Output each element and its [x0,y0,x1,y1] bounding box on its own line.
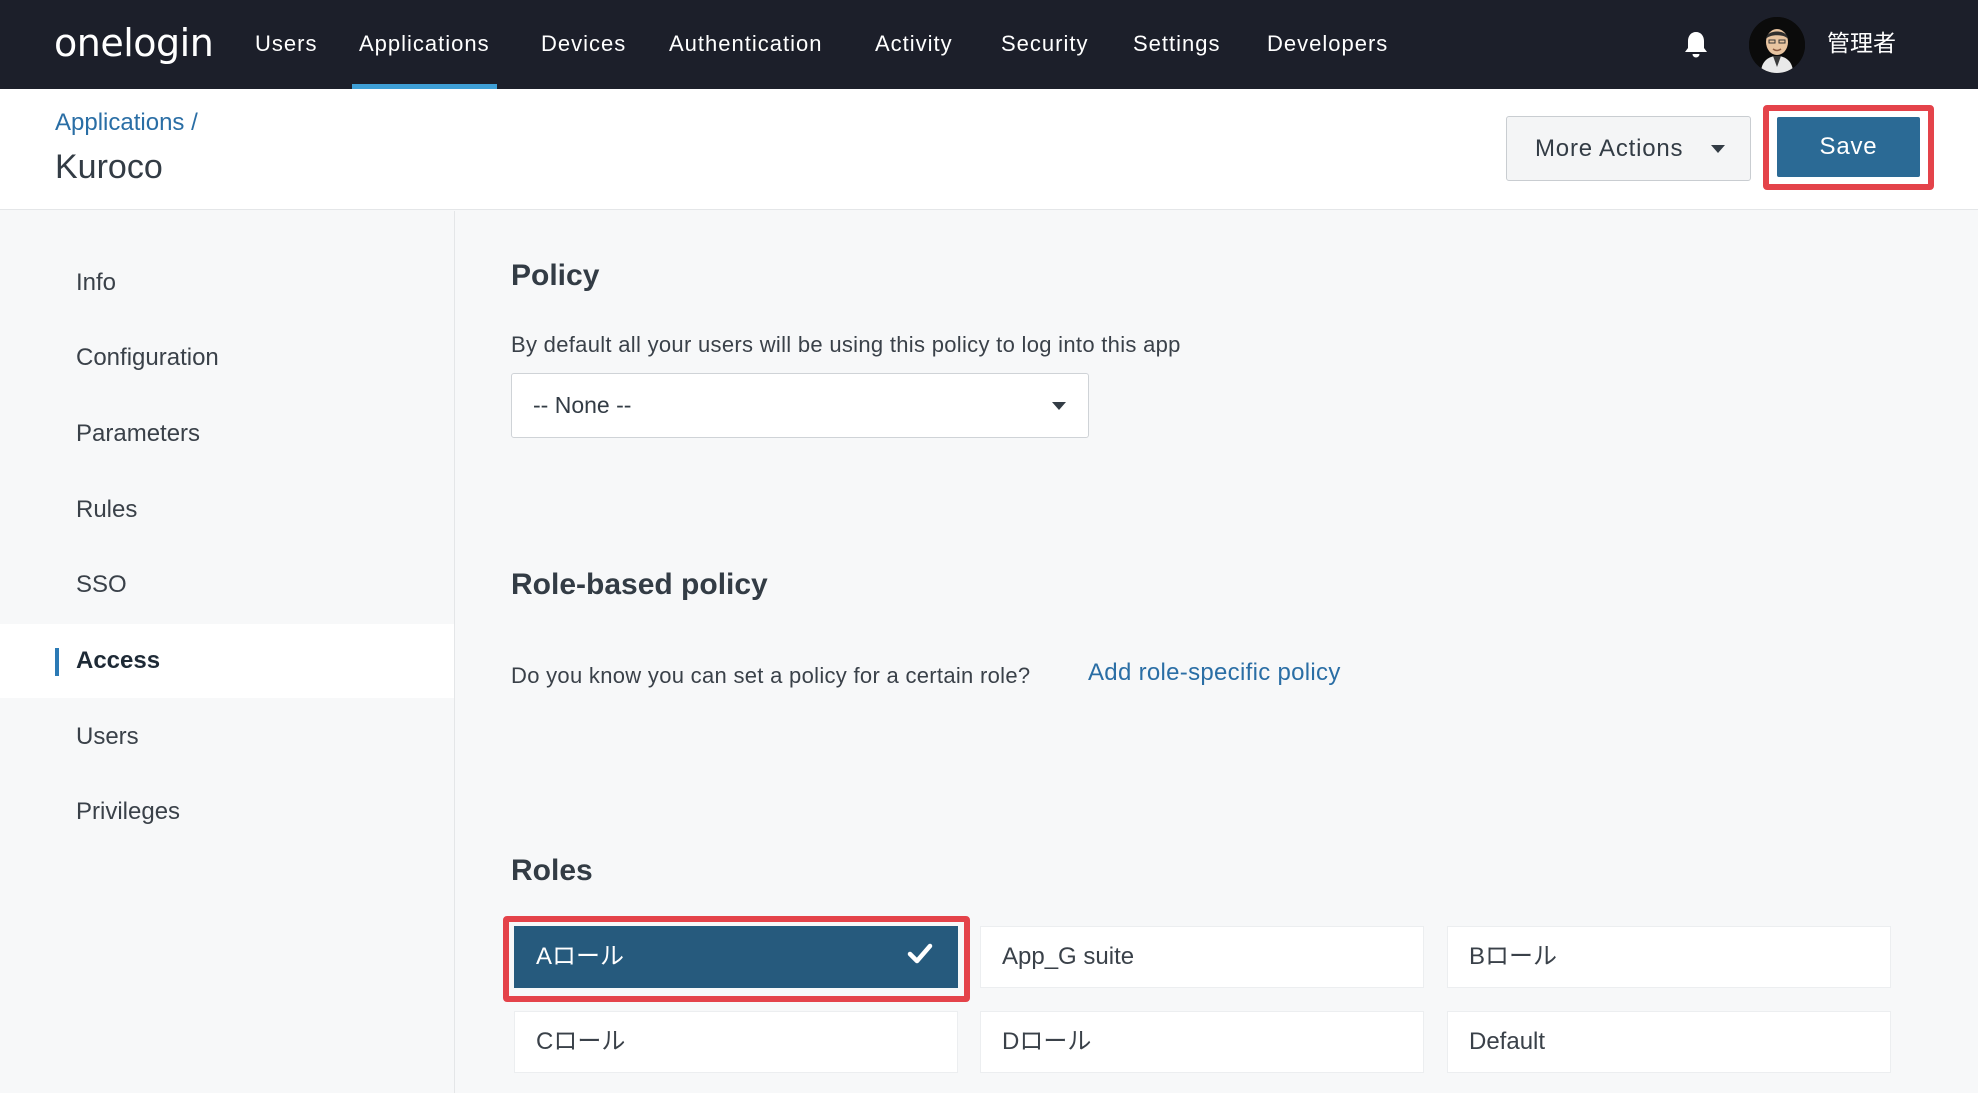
nav-security[interactable]: Security [1001,0,1088,89]
top-navigation: onelogin Users Applications Devices Auth… [0,0,1978,89]
nav-authentication[interactable]: Authentication [669,0,822,89]
bell-icon[interactable] [1682,30,1710,60]
role-label: App_G suite [1002,943,1135,970]
role-c[interactable]: Cロール [514,1011,958,1073]
chevron-down-icon [1711,145,1725,153]
roles-heading: Roles [511,854,593,887]
nav-devices[interactable]: Devices [541,0,626,89]
role-d[interactable]: Dロール [980,1011,1424,1073]
nav-settings[interactable]: Settings [1133,0,1221,89]
role-a[interactable]: Aロール [514,926,958,988]
more-actions-label: More Actions [1535,135,1684,162]
role-label: Aロール [536,943,625,970]
role-app-g-suite[interactable]: App_G suite [980,926,1424,988]
onelogin-logo[interactable]: onelogin [54,18,214,68]
page-title: Kuroco [55,148,163,186]
add-role-policy-link[interactable]: Add role-specific policy [1088,658,1341,688]
sidebar-item-info[interactable]: Info [0,246,454,320]
role-label: Default [1469,1028,1546,1055]
app-sidebar: Info Configuration Parameters Rules SSO … [0,211,455,1093]
more-actions-button[interactable]: More Actions [1506,116,1751,181]
role-b[interactable]: Bロール [1447,926,1891,988]
sidebar-item-privileges[interactable]: Privileges [0,775,454,849]
sidebar-item-rules[interactable]: Rules [0,473,454,547]
check-icon [907,943,933,964]
avatar[interactable] [1749,17,1805,73]
policy-select-value: -- None -- [533,392,632,418]
breadcrumb[interactable]: Applications / [55,108,198,138]
sidebar-item-access[interactable]: Access [0,624,454,698]
role-policy-description: Do you know you can set a policy for a c… [511,663,1031,688]
chevron-down-icon [1052,402,1066,410]
role-label: Bロール [1469,943,1558,970]
sidebar-item-users[interactable]: Users [0,700,454,774]
role-policy-heading: Role-based policy [511,568,768,601]
policy-description: By default all your users will be using … [511,332,1181,357]
nav-activity[interactable]: Activity [875,0,953,89]
sidebar-item-configuration[interactable]: Configuration [0,321,454,395]
policy-select[interactable]: -- None -- [511,373,1089,438]
policy-heading: Policy [511,259,600,292]
page-header: Applications / Kuroco More Actions [0,89,1978,210]
sidebar-item-parameters[interactable]: Parameters [0,397,454,471]
save-button[interactable]: Save [1777,117,1920,177]
nav-applications[interactable]: Applications [352,0,497,89]
nav-developers[interactable]: Developers [1267,0,1388,89]
sidebar-item-sso[interactable]: SSO [0,548,454,622]
role-label: Cロール [536,1028,626,1055]
role-default[interactable]: Default [1447,1011,1891,1073]
user-name[interactable]: 管理者 [1827,22,1896,66]
role-label: Dロール [1002,1028,1092,1055]
nav-users[interactable]: Users [255,0,317,89]
